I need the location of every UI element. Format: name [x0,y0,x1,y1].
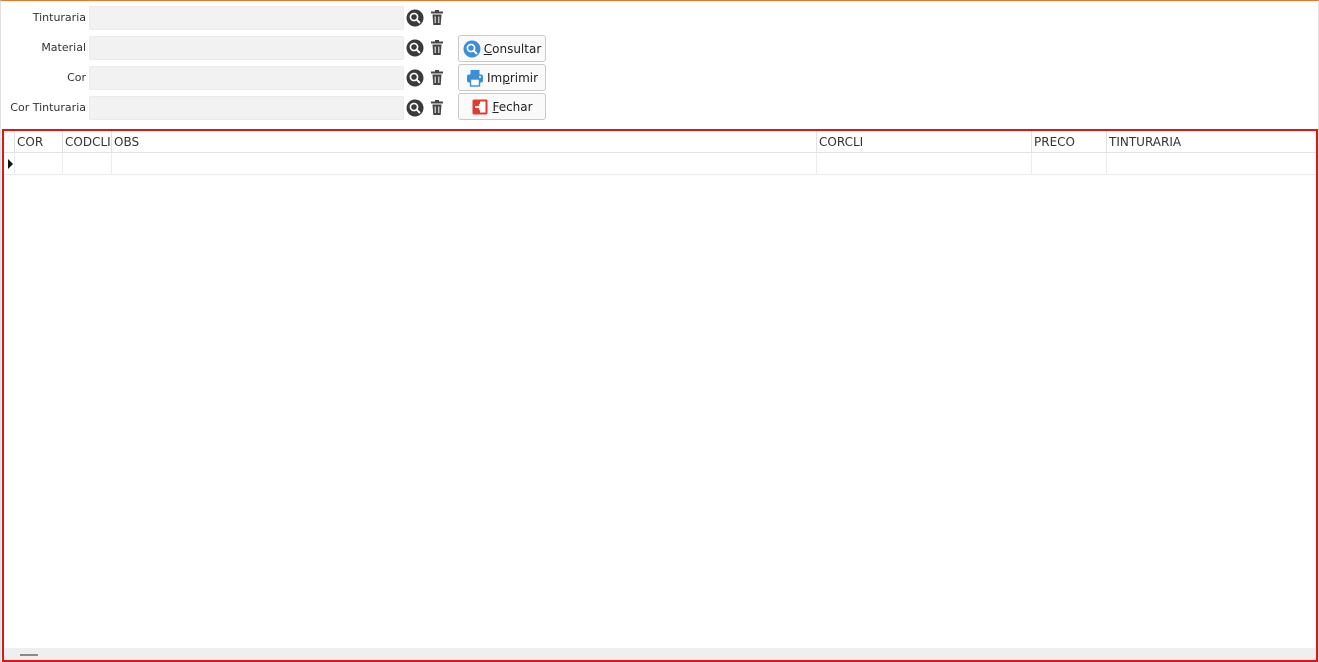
cor-tinturaria-input[interactable] [89,96,404,120]
consultar-label: Consultar [484,42,542,56]
material-label: Material [41,41,86,54]
consultar-label-rest: onsultar [492,41,542,56]
app-window: Tinturaria Material Cor Cor Tinturaria C… [0,0,1319,662]
column-header-preco[interactable]: PRECO [1032,131,1107,153]
cell-preco[interactable] [1032,153,1107,174]
filter-row-cor-tinturaria: Cor Tinturaria [1,96,461,120]
cell-codcli[interactable] [63,153,112,174]
grid-footer-bar [4,648,1316,660]
search-icon[interactable] [406,69,424,87]
results-grid[interactable]: COR CODCLI OBS CORCLI PRECO TINTURARIA [2,129,1318,662]
column-header-tinturaria[interactable]: TINTURARIA [1107,131,1316,153]
cell-tinturaria[interactable] [1107,153,1316,174]
filter-row-tinturaria: Tinturaria [1,6,461,30]
tinturaria-label: Tinturaria [32,11,86,24]
row-pointer-icon [8,159,13,169]
cor-label: Cor [67,71,86,84]
trash-icon[interactable] [429,69,445,87]
printer-icon [466,69,484,87]
imprimir-label: Imprimir [487,71,538,85]
exit-icon [471,98,489,116]
row-selector-header [4,131,15,153]
tinturaria-input[interactable] [89,6,404,30]
column-header-cor[interactable]: COR [15,131,63,153]
column-header-codcli[interactable]: CODCLI [63,131,112,153]
fechar-label-rest: echar [498,99,533,114]
filter-row-material: Material [1,36,461,60]
cell-corcli[interactable] [817,153,1032,174]
column-header-corcli[interactable]: CORCLI [817,131,1032,153]
trash-icon[interactable] [429,99,445,117]
filter-row-cor: Cor [1,66,461,90]
consultar-button[interactable]: Consultar [458,35,546,62]
search-icon [463,40,481,58]
table-row[interactable] [4,153,1316,175]
row-selector[interactable] [4,153,15,174]
search-icon[interactable] [406,9,424,27]
consultar-mnemonic: C [483,41,493,56]
imprimir-button[interactable]: Imprimir [458,64,546,91]
grid-header: COR CODCLI OBS CORCLI PRECO TINTURARIA [4,131,1316,153]
material-input[interactable] [89,36,404,60]
search-icon[interactable] [406,99,424,117]
column-header-obs[interactable]: OBS [112,131,817,153]
trash-icon[interactable] [429,9,445,27]
fechar-label: Fechar [492,100,532,114]
cell-obs[interactable] [112,153,817,174]
resize-grip-icon[interactable] [20,654,38,656]
fechar-button[interactable]: Fechar [458,93,546,120]
imprimir-label-pre: Im [486,70,503,85]
cor-tinturaria-label: Cor Tinturaria [10,101,86,114]
cell-cor[interactable] [15,153,63,174]
imprimir-mnemonic: p [502,70,510,85]
search-icon[interactable] [406,39,424,57]
imprimir-label-rest: rimir [509,70,539,85]
cor-input[interactable] [89,66,404,90]
trash-icon[interactable] [429,39,445,57]
